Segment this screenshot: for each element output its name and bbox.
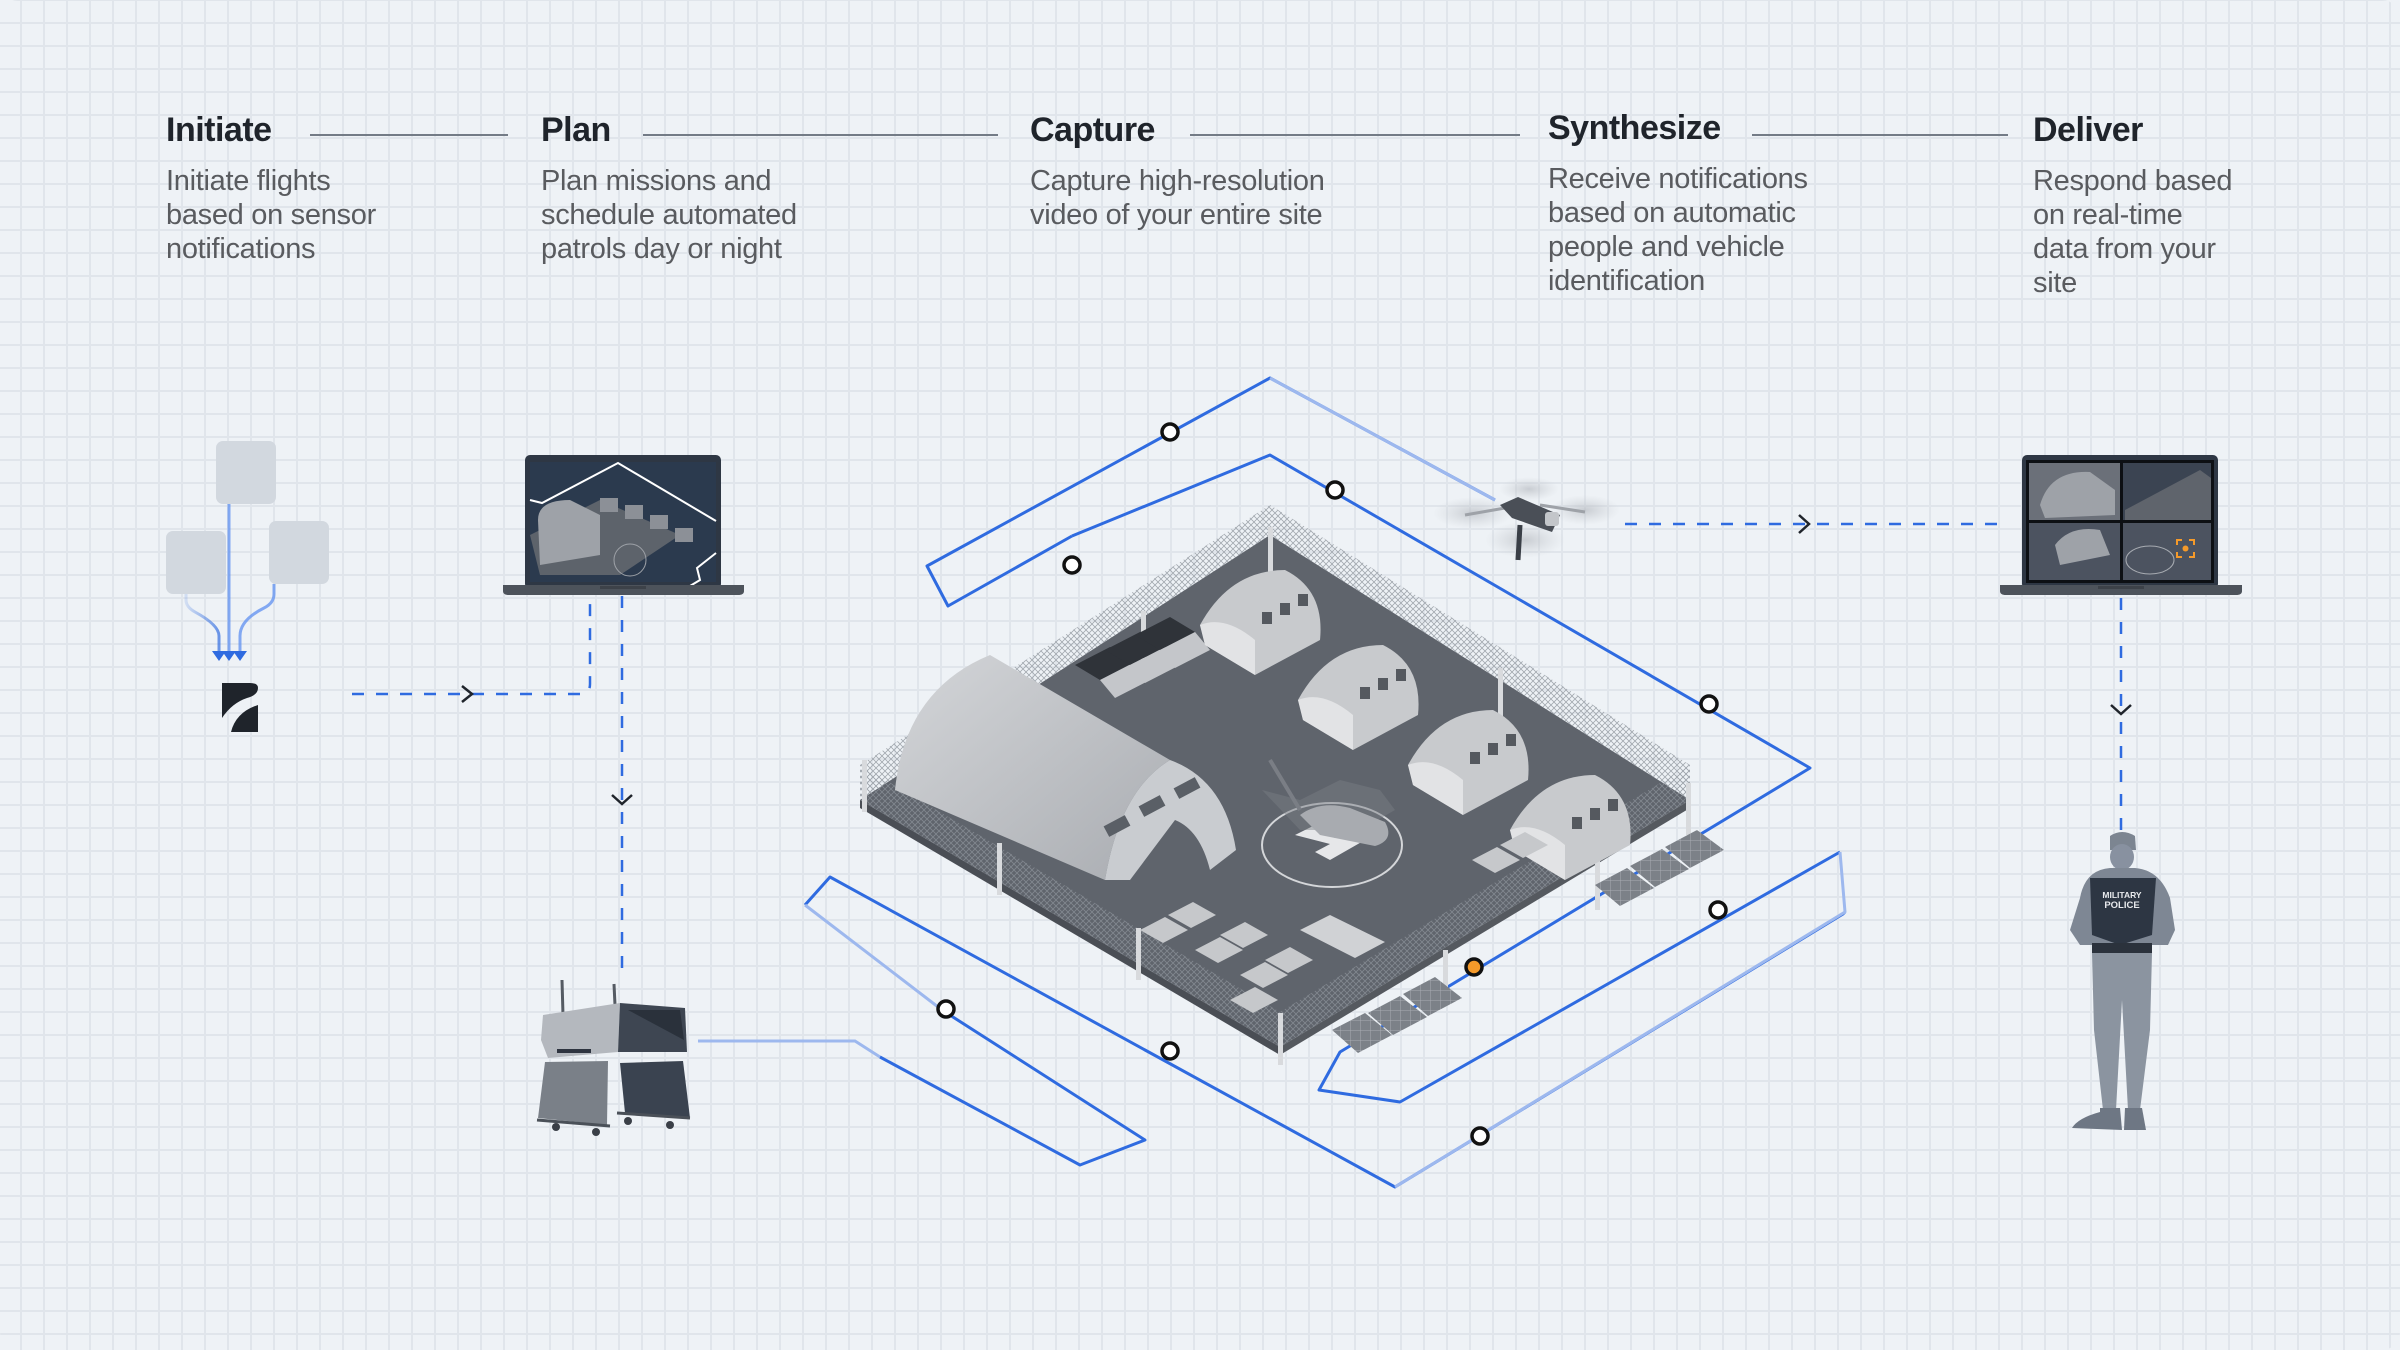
dock-link bbox=[698, 1039, 881, 1059]
waypoint-icon bbox=[1470, 1126, 1490, 1146]
arrowhead-icon bbox=[212, 651, 247, 661]
alert-waypoint-icon bbox=[1464, 957, 1484, 977]
camera-feed bbox=[2029, 523, 2120, 580]
waypoint-icon bbox=[1160, 422, 1180, 442]
waypoint-icon bbox=[1708, 900, 1728, 920]
monitoring-laptop-icon bbox=[2000, 455, 2242, 595]
flow-connector-plan-dock bbox=[611, 596, 633, 980]
military-base-icon bbox=[860, 505, 1724, 1065]
camera-feed bbox=[2123, 463, 2211, 520]
waypoint-icon bbox=[936, 999, 956, 1019]
sensor-tile-icon bbox=[166, 531, 226, 594]
chevron-down-icon bbox=[2110, 704, 2132, 716]
vest-label: MILITARY bbox=[2102, 890, 2142, 900]
drone-icon bbox=[1433, 477, 1620, 561]
sensor-tile-icon bbox=[216, 441, 276, 504]
chevron-right-icon bbox=[461, 685, 475, 703]
sensor-link bbox=[184, 594, 221, 656]
sensor-link bbox=[238, 584, 276, 656]
waypoint-icon bbox=[1325, 480, 1345, 500]
sensor-group bbox=[166, 441, 329, 661]
flow-connector-monitor-responder bbox=[2110, 598, 2132, 830]
workflow-diagram: Initiate Initiate flights based on senso… bbox=[0, 0, 2400, 1350]
soldier-icon: MILITARY POLICE bbox=[2070, 832, 2175, 1130]
sensor-tile-icon bbox=[269, 521, 329, 584]
flow-connector-drone-monitor bbox=[1625, 514, 2000, 534]
waypoint-icon bbox=[1160, 1041, 1180, 1061]
brand-logo-icon bbox=[222, 683, 258, 732]
flow-connector-initiate-plan bbox=[352, 592, 592, 703]
camera-feed bbox=[2123, 523, 2211, 580]
planning-laptop-icon bbox=[503, 455, 744, 595]
vest-label: POLICE bbox=[2104, 900, 2139, 911]
drone-dock-icon bbox=[536, 979, 691, 1136]
waypoint-icon bbox=[1062, 555, 1082, 575]
illustration-layer: MILITARY POLICE bbox=[166, 376, 2242, 1189]
waypoint-icon bbox=[1699, 694, 1719, 714]
camera-feed bbox=[2029, 463, 2120, 520]
